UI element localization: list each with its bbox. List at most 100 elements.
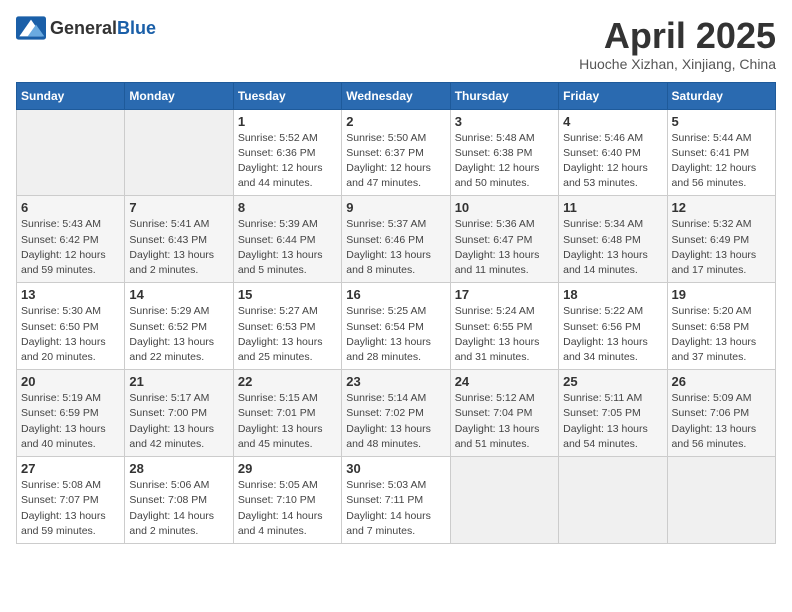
day-number: 18 xyxy=(563,287,662,302)
day-detail: Sunrise: 5:44 AM Sunset: 6:41 PM Dayligh… xyxy=(672,131,771,192)
calendar-cell: 4Sunrise: 5:46 AM Sunset: 6:40 PM Daylig… xyxy=(559,109,667,196)
calendar-cell: 14 Sunrise: 5:29 AM Sunset: 6:52 PM Dayli… xyxy=(125,283,233,370)
calendar-cell: 18Sunrise: 5:22 AM Sunset: 6:56 PM Dayli… xyxy=(559,283,667,370)
day-number: 5 xyxy=(672,114,771,129)
day-number: 17 xyxy=(455,287,554,302)
day-number: 14 xyxy=(129,287,228,302)
calendar-cell: 28 Sunrise: 5:06 AM Sunset: 7:08 PM Dayli… xyxy=(125,457,233,544)
day-detail: Sunrise: 5:39 AM Sunset: 6:44 PM Dayligh… xyxy=(238,217,337,278)
page-title: April 2025 xyxy=(579,16,776,56)
calendar-week-2: 13 Sunrise: 5:30 AM Sunset: 6:50 PM Dayli… xyxy=(17,283,776,370)
header: GeneralBlue April 2025 Huoche Xizhan, Xi… xyxy=(16,16,776,72)
day-detail: Sunrise: 5:27 AM Sunset: 6:53 PM Dayligh… xyxy=(238,304,337,365)
day-number: 2 xyxy=(346,114,445,129)
day-number: 30 xyxy=(346,461,445,476)
day-detail: Sunrise: 5:46 AM Sunset: 6:40 PM Dayligh… xyxy=(563,131,662,192)
day-detail: Sunrise: 5:43 AM Sunset: 6:42 PM Dayligh… xyxy=(21,217,120,278)
logo-general: General xyxy=(50,18,117,38)
calendar-cell: 23Sunrise: 5:14 AM Sunset: 7:02 PM Dayli… xyxy=(342,370,450,457)
day-detail: Sunrise: 5:25 AM Sunset: 6:54 PM Dayligh… xyxy=(346,304,445,365)
day-number: 7 xyxy=(129,200,228,215)
calendar-cell: 10Sunrise: 5:36 AM Sunset: 6:47 PM Dayli… xyxy=(450,196,558,283)
calendar-header: SundayMondayTuesdayWednesdayThursdayFrid… xyxy=(17,82,776,109)
day-detail: Sunrise: 5:30 AM Sunset: 6:50 PM Dayligh… xyxy=(21,304,120,365)
day-detail: Sunrise: 5:37 AM Sunset: 6:46 PM Dayligh… xyxy=(346,217,445,278)
day-number: 6 xyxy=(21,200,120,215)
calendar-cell: 20 Sunrise: 5:19 AM Sunset: 6:59 PM Dayli… xyxy=(17,370,125,457)
calendar-cell: 21 Sunrise: 5:17 AM Sunset: 7:00 PM Dayli… xyxy=(125,370,233,457)
calendar-cell: 3 Sunrise: 5:48 AM Sunset: 6:38 PM Daylig… xyxy=(450,109,558,196)
day-detail: Sunrise: 5:50 AM Sunset: 6:37 PM Dayligh… xyxy=(346,131,445,192)
day-detail: Sunrise: 5:03 AM Sunset: 7:11 PM Dayligh… xyxy=(346,478,445,539)
calendar-cell xyxy=(667,457,775,544)
calendar-cell: 9 Sunrise: 5:37 AM Sunset: 6:46 PM Daylig… xyxy=(342,196,450,283)
day-detail: Sunrise: 5:06 AM Sunset: 7:08 PM Dayligh… xyxy=(129,478,228,539)
header-cell-sunday: Sunday xyxy=(17,82,125,109)
calendar-cell: 25Sunrise: 5:11 AM Sunset: 7:05 PM Dayli… xyxy=(559,370,667,457)
calendar-cell: 13 Sunrise: 5:30 AM Sunset: 6:50 PM Dayli… xyxy=(17,283,125,370)
calendar-cell: 19 Sunrise: 5:20 AM Sunset: 6:58 PM Dayli… xyxy=(667,283,775,370)
calendar-cell xyxy=(17,109,125,196)
day-detail: Sunrise: 5:15 AM Sunset: 7:01 PM Dayligh… xyxy=(238,391,337,452)
day-number: 29 xyxy=(238,461,337,476)
calendar-week-3: 20 Sunrise: 5:19 AM Sunset: 6:59 PM Dayli… xyxy=(17,370,776,457)
logo: GeneralBlue xyxy=(16,16,156,40)
calendar-cell: 5 Sunrise: 5:44 AM Sunset: 6:41 PM Daylig… xyxy=(667,109,775,196)
calendar-cell: 30 Sunrise: 5:03 AM Sunset: 7:11 PM Dayli… xyxy=(342,457,450,544)
calendar-cell: 2 Sunrise: 5:50 AM Sunset: 6:37 PM Daylig… xyxy=(342,109,450,196)
day-number: 25 xyxy=(563,374,662,389)
day-detail: Sunrise: 5:41 AM Sunset: 6:43 PM Dayligh… xyxy=(129,217,228,278)
day-detail: Sunrise: 5:09 AM Sunset: 7:06 PM Dayligh… xyxy=(672,391,771,452)
calendar-cell: 22 Sunrise: 5:15 AM Sunset: 7:01 PM Dayli… xyxy=(233,370,341,457)
day-number: 22 xyxy=(238,374,337,389)
day-number: 26 xyxy=(672,374,771,389)
calendar-cell: 16 Sunrise: 5:25 AM Sunset: 6:54 PM Dayli… xyxy=(342,283,450,370)
header-cell-thursday: Thursday xyxy=(450,82,558,109)
header-cell-friday: Friday xyxy=(559,82,667,109)
day-number: 11 xyxy=(563,200,662,215)
day-number: 19 xyxy=(672,287,771,302)
calendar-week-1: 6 Sunrise: 5:43 AM Sunset: 6:42 PM Daylig… xyxy=(17,196,776,283)
calendar-cell: 11Sunrise: 5:34 AM Sunset: 6:48 PM Dayli… xyxy=(559,196,667,283)
calendar-week-4: 27 Sunrise: 5:08 AM Sunset: 7:07 PM Dayli… xyxy=(17,457,776,544)
day-number: 8 xyxy=(238,200,337,215)
day-number: 16 xyxy=(346,287,445,302)
day-number: 21 xyxy=(129,374,228,389)
calendar-cell: 1 Sunrise: 5:52 AM Sunset: 6:36 PM Daylig… xyxy=(233,109,341,196)
day-detail: Sunrise: 5:12 AM Sunset: 7:04 PM Dayligh… xyxy=(455,391,554,452)
day-number: 27 xyxy=(21,461,120,476)
day-number: 24 xyxy=(455,374,554,389)
day-number: 28 xyxy=(129,461,228,476)
day-number: 20 xyxy=(21,374,120,389)
header-cell-saturday: Saturday xyxy=(667,82,775,109)
day-detail: Sunrise: 5:20 AM Sunset: 6:58 PM Dayligh… xyxy=(672,304,771,365)
day-number: 12 xyxy=(672,200,771,215)
logo-blue: Blue xyxy=(117,18,156,38)
calendar-cell: 15 Sunrise: 5:27 AM Sunset: 6:53 PM Dayli… xyxy=(233,283,341,370)
calendar-week-0: 1 Sunrise: 5:52 AM Sunset: 6:36 PM Daylig… xyxy=(17,109,776,196)
day-number: 1 xyxy=(238,114,337,129)
calendar-cell: 29 Sunrise: 5:05 AM Sunset: 7:10 PM Dayli… xyxy=(233,457,341,544)
calendar-cell: 27 Sunrise: 5:08 AM Sunset: 7:07 PM Dayli… xyxy=(17,457,125,544)
day-detail: Sunrise: 5:32 AM Sunset: 6:49 PM Dayligh… xyxy=(672,217,771,278)
calendar-cell: 24 Sunrise: 5:12 AM Sunset: 7:04 PM Dayli… xyxy=(450,370,558,457)
day-number: 3 xyxy=(455,114,554,129)
calendar-cell: 7 Sunrise: 5:41 AM Sunset: 6:43 PM Daylig… xyxy=(125,196,233,283)
day-detail: Sunrise: 5:52 AM Sunset: 6:36 PM Dayligh… xyxy=(238,131,337,192)
day-number: 9 xyxy=(346,200,445,215)
day-detail: Sunrise: 5:17 AM Sunset: 7:00 PM Dayligh… xyxy=(129,391,228,452)
page-subtitle: Huoche Xizhan, Xinjiang, China xyxy=(579,56,776,72)
day-detail: Sunrise: 5:19 AM Sunset: 6:59 PM Dayligh… xyxy=(21,391,120,452)
day-number: 13 xyxy=(21,287,120,302)
header-cell-wednesday: Wednesday xyxy=(342,82,450,109)
day-detail: Sunrise: 5:08 AM Sunset: 7:07 PM Dayligh… xyxy=(21,478,120,539)
day-number: 15 xyxy=(238,287,337,302)
day-number: 23 xyxy=(346,374,445,389)
day-detail: Sunrise: 5:29 AM Sunset: 6:52 PM Dayligh… xyxy=(129,304,228,365)
day-detail: Sunrise: 5:36 AM Sunset: 6:47 PM Dayligh… xyxy=(455,217,554,278)
calendar-cell xyxy=(125,109,233,196)
day-detail: Sunrise: 5:05 AM Sunset: 7:10 PM Dayligh… xyxy=(238,478,337,539)
calendar-body: 1 Sunrise: 5:52 AM Sunset: 6:36 PM Daylig… xyxy=(17,109,776,543)
day-detail: Sunrise: 5:48 AM Sunset: 6:38 PM Dayligh… xyxy=(455,131,554,192)
logo-icon xyxy=(16,16,46,40)
